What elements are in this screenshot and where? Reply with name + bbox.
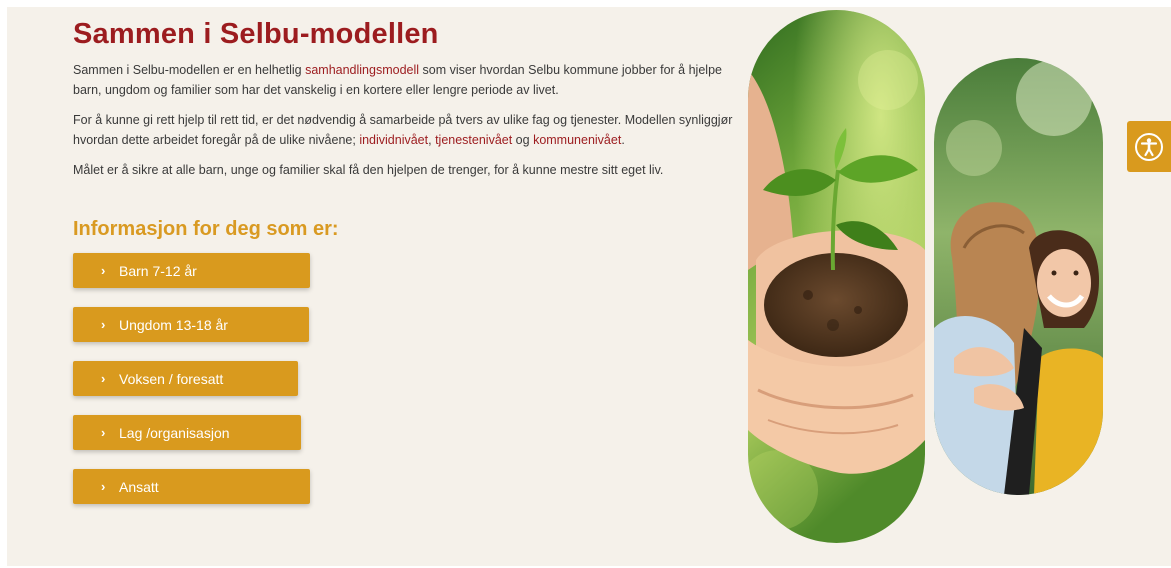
page-title: Sammen i Selbu-modellen bbox=[73, 18, 439, 50]
tjenestenivaet-link[interactable]: tjenestenivået bbox=[435, 133, 512, 147]
kommunenivaet-link[interactable]: kommunenivået bbox=[533, 133, 621, 147]
levels-period: . bbox=[621, 133, 625, 147]
levels-paragraph: For å kunne gi rett hjelp til rett tid, … bbox=[73, 110, 733, 150]
voksen-button-label: Voksen / foresatt bbox=[119, 370, 224, 387]
page-background: Sammen i Selbu-modellen Sammen i Selbu-m… bbox=[7, 7, 1171, 566]
main-content: Sammen i Selbu-modellen Sammen i Selbu-m… bbox=[73, 17, 733, 523]
ungdom-button[interactable]: › Ungdom 13-18 år bbox=[73, 307, 309, 342]
barn-button-label: Barn 7-12 år bbox=[119, 262, 197, 279]
chevron-right-icon: › bbox=[101, 263, 106, 278]
ansatt-button-label: Ansatt bbox=[119, 478, 159, 495]
individnivaet-link[interactable]: individnivået bbox=[359, 133, 428, 147]
voksen-button[interactable]: › Voksen / foresatt bbox=[73, 361, 298, 396]
goal-paragraph: Målet er å sikre at alle barn, unge og f… bbox=[73, 163, 664, 177]
samhandlingsmodell-link[interactable]: samhandlingsmodell bbox=[305, 63, 419, 77]
chevron-right-icon: › bbox=[101, 479, 106, 494]
chevron-right-icon: › bbox=[101, 425, 106, 440]
intro-paragraph: Sammen i Selbu-modellen er en helhetlig … bbox=[73, 60, 733, 100]
chevron-right-icon: › bbox=[101, 371, 106, 386]
ansatt-button[interactable]: › Ansatt bbox=[73, 469, 310, 504]
hugging-girls-photo bbox=[934, 58, 1103, 495]
audience-button-list: › Barn 7-12 år › Ungdom 13-18 år › Vokse… bbox=[73, 253, 733, 504]
accessibility-button[interactable] bbox=[1127, 121, 1171, 172]
lag-organisasjon-button-label: Lag /organisasjon bbox=[119, 424, 230, 441]
barn-button[interactable]: › Barn 7-12 år bbox=[73, 253, 310, 288]
ungdom-button-label: Ungdom 13-18 år bbox=[119, 316, 228, 333]
seedling-in-soil-hands-photo bbox=[748, 10, 925, 543]
lag-organisasjon-button[interactable]: › Lag /organisasjon bbox=[73, 415, 301, 450]
accessibility-icon bbox=[1135, 132, 1163, 161]
intro-text-start: Sammen i Selbu-modellen er en helhetlig bbox=[73, 63, 306, 77]
chevron-right-icon: › bbox=[101, 317, 106, 332]
levels-and: og bbox=[512, 133, 534, 147]
info-heading: Informasjon for deg som er: bbox=[73, 218, 339, 240]
